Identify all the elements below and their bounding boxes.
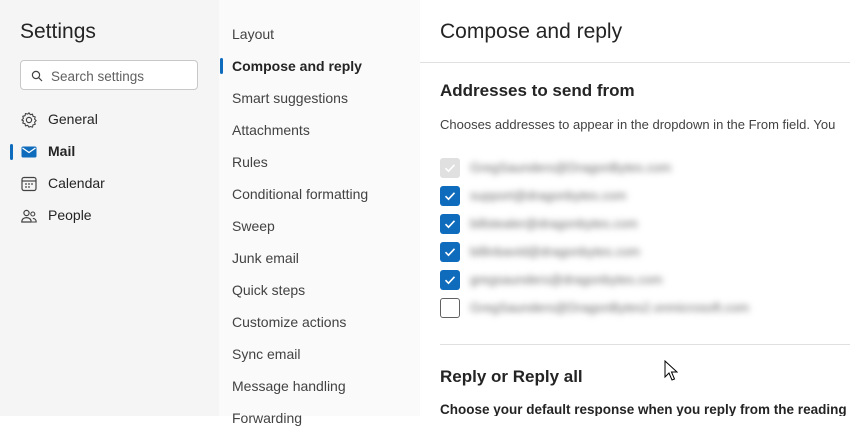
address-email: GregSaunders@DragonBytes2.onmicrosoft.co… xyxy=(470,300,750,315)
checkbox[interactable] xyxy=(440,186,460,206)
subnav-item-label: Forwarding xyxy=(232,410,303,426)
subnav-item-sweep[interactable]: Sweep xyxy=(219,213,420,239)
subnav-item-label: Message handling xyxy=(232,378,346,394)
subnav-item-sync-email[interactable]: Sync email xyxy=(219,341,420,367)
address-option[interactable]: billinbavid@dragonbytes.com xyxy=(440,242,840,262)
subnav-item-message-handling[interactable]: Message handling xyxy=(219,373,420,399)
subnav-item-smart-suggestions[interactable]: Smart suggestions xyxy=(219,85,420,111)
calendar-icon xyxy=(20,175,38,193)
gear-icon xyxy=(20,111,38,129)
nav-item-label: Mail xyxy=(48,143,76,159)
address-email: billstealer@dragonbytes.com xyxy=(470,216,638,231)
people-icon xyxy=(20,207,38,225)
checkbox[interactable] xyxy=(440,214,460,234)
search-icon xyxy=(31,69,43,82)
subnav-item-label: Sweep xyxy=(232,218,275,234)
subnav-item-attachments[interactable]: Attachments xyxy=(219,117,420,143)
settings-title: Settings xyxy=(20,20,96,43)
section-title-addresses: Addresses to send from xyxy=(440,81,635,100)
subnav-item-conditional-formatting[interactable]: Conditional formatting xyxy=(219,181,420,207)
address-option[interactable]: gregsaunders@dragonbytes.com xyxy=(440,270,840,290)
mouse-cursor-icon xyxy=(664,359,679,387)
search-box[interactable] xyxy=(20,60,198,90)
subnav-item-label: Compose and reply xyxy=(232,58,362,74)
active-indicator xyxy=(10,144,13,160)
checkbox[interactable] xyxy=(440,242,460,262)
mail-icon xyxy=(20,143,38,161)
address-option[interactable]: support@dragonbytes.com xyxy=(440,186,840,206)
section-description: Chooses addresses to appear in the dropd… xyxy=(440,117,836,132)
subnav-item-junk-email[interactable]: Junk email xyxy=(219,245,420,271)
checkmark-icon xyxy=(444,248,456,257)
address-option: GregSaunders@DragonBytes.com xyxy=(440,158,840,178)
subnav-item-label: Quick steps xyxy=(232,282,306,298)
nav-item-label: People xyxy=(48,207,92,223)
subnav-item-label: Sync email xyxy=(232,346,301,362)
subnav-item-customize-actions[interactable]: Customize actions xyxy=(219,309,420,335)
subnav-item-forwarding[interactable]: Forwarding xyxy=(219,405,420,431)
subnav-item-label: Conditional formatting xyxy=(232,186,369,202)
checkmark-icon xyxy=(444,276,456,285)
divider xyxy=(420,62,850,63)
subnav-item-label: Layout xyxy=(232,26,275,42)
checkmark-icon xyxy=(444,192,456,201)
address-email: billinbavid@dragonbytes.com xyxy=(470,244,641,259)
nav-item-label: General xyxy=(48,111,98,127)
subnav-item-label: Customize actions xyxy=(232,314,347,330)
nav-item-people[interactable]: People xyxy=(0,202,219,230)
nav-item-calendar[interactable]: Calendar xyxy=(0,170,219,198)
nav-item-label: Calendar xyxy=(48,175,105,191)
section-title-reply: Reply or Reply all xyxy=(440,367,583,386)
settings-content: Compose and reply Addresses to send from… xyxy=(420,0,850,416)
page-title: Compose and reply xyxy=(440,20,623,43)
checkmark-icon xyxy=(444,220,456,229)
address-option[interactable]: billstealer@dragonbytes.com xyxy=(440,214,840,234)
subnav-item-label: Smart suggestions xyxy=(232,90,348,106)
subnav-item-rules[interactable]: Rules xyxy=(219,149,420,175)
settings-sidebar: Settings General Mail Calendar People xyxy=(0,0,219,416)
address-email: gregsaunders@dragonbytes.com xyxy=(470,272,663,287)
subnav-item-quick-steps[interactable]: Quick steps xyxy=(219,277,420,303)
divider xyxy=(440,344,850,345)
subnav-item-compose-and-reply[interactable]: Compose and reply xyxy=(219,53,420,79)
address-email: support@dragonbytes.com xyxy=(470,188,627,203)
search-input[interactable] xyxy=(49,66,193,86)
address-option[interactable]: GregSaunders@DragonBytes2.onmicrosoft.co… xyxy=(440,298,840,318)
subnav-item-label: Junk email xyxy=(232,250,299,266)
active-indicator xyxy=(220,58,223,74)
subnav-item-layout[interactable]: Layout xyxy=(219,21,420,47)
checkbox[interactable] xyxy=(440,270,460,290)
address-email: GregSaunders@DragonBytes.com xyxy=(470,160,672,175)
subnav-item-label: Attachments xyxy=(232,122,310,138)
nav-item-general[interactable]: General xyxy=(0,106,219,134)
checkbox-disabled xyxy=(440,158,460,178)
checkbox[interactable] xyxy=(440,298,460,318)
subnav-item-label: Rules xyxy=(232,154,268,170)
checkmark-icon xyxy=(444,164,456,173)
mail-settings-nav: Layout Compose and reply Smart suggestio… xyxy=(219,0,420,426)
nav-item-mail[interactable]: Mail xyxy=(0,138,219,166)
reply-description: Choose your default response when you re… xyxy=(440,402,850,416)
